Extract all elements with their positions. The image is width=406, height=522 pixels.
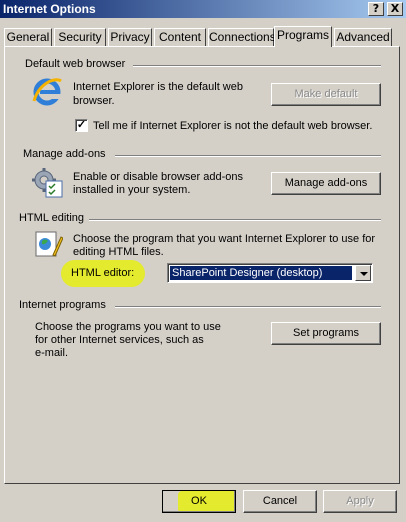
- html-editor-icon: [35, 231, 63, 257]
- group-divider: [115, 155, 381, 157]
- window-title: Internet Options: [3, 2, 96, 16]
- cancel-button[interactable]: Cancel: [243, 490, 317, 513]
- tab-content[interactable]: Content: [154, 28, 206, 47]
- default-browser-check-label[interactable]: Tell me if Internet Explorer is not the …: [93, 120, 372, 133]
- internet-programs-desc-line3: e-mail.: [35, 347, 69, 359]
- html-editing-desc-line1: Choose the program that you want Interne…: [73, 233, 376, 245]
- group-title-html-editing: HTML editing: [19, 212, 85, 224]
- close-button[interactable]: X: [387, 2, 403, 16]
- addons-desc-line1: Enable or disable browser add-ons: [73, 171, 243, 183]
- html-editor-label: HTML editor:: [71, 267, 135, 279]
- default-browser-status-line1: Internet Explorer is the default web: [73, 81, 243, 93]
- help-button[interactable]: ?: [368, 2, 384, 16]
- tab-advanced[interactable]: Advanced: [334, 28, 392, 47]
- apply-button[interactable]: Apply: [323, 490, 397, 513]
- html-editor-select-value: SharePoint Designer (desktop): [170, 266, 352, 280]
- ok-button[interactable]: OK: [162, 490, 236, 513]
- title-bar: Internet Options ? X: [0, 0, 406, 18]
- group-divider: [133, 65, 381, 67]
- addons-gear-icon: [32, 168, 63, 198]
- make-default-button[interactable]: Make default: [271, 83, 381, 106]
- tab-privacy[interactable]: Privacy: [108, 28, 152, 47]
- html-editor-select[interactable]: SharePoint Designer (desktop): [167, 263, 373, 283]
- group-divider: [89, 219, 381, 221]
- set-programs-button[interactable]: Set programs: [271, 322, 381, 345]
- internet-programs-desc-line2: for other Internet services, such as: [35, 334, 204, 346]
- group-title-default-browser: Default web browser: [25, 58, 126, 70]
- tab-programs[interactable]: Programs: [274, 26, 332, 47]
- group-title-internet-programs: Internet programs: [19, 299, 106, 311]
- default-browser-status-line2: browser.: [73, 95, 115, 107]
- addons-desc-line2: installed in your system.: [73, 184, 191, 196]
- chevron-down-icon[interactable]: [355, 265, 371, 281]
- group-divider: [115, 306, 381, 308]
- html-editing-desc-line2: editing HTML files.: [73, 246, 164, 258]
- tab-general[interactable]: General: [4, 28, 52, 47]
- tab-security[interactable]: Security: [54, 28, 106, 47]
- manage-addons-button[interactable]: Manage add-ons: [271, 172, 381, 195]
- default-browser-checkbox[interactable]: ✓: [75, 119, 88, 132]
- group-title-addons: Manage add-ons: [23, 148, 106, 160]
- internet-programs-desc-line1: Choose the programs you want to use: [35, 321, 221, 333]
- tab-connections[interactable]: Connections: [208, 28, 276, 47]
- internet-explorer-icon: [32, 78, 62, 106]
- programs-panel: Default web browser Internet Explorer is…: [4, 46, 400, 484]
